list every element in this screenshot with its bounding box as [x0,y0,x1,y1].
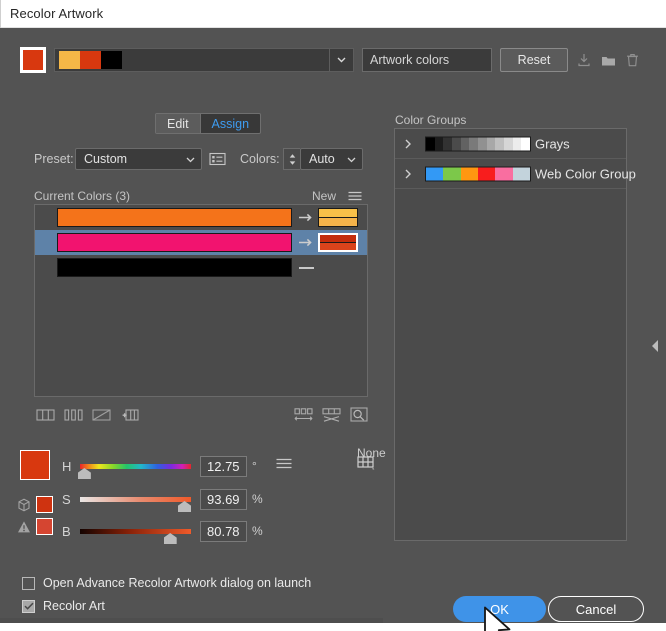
new-colors-label: New [312,189,337,203]
slider-thumb-b[interactable] [163,533,177,544]
color-group-swatches[interactable] [425,166,531,181]
unit-label-h: ° [252,459,257,473]
color-groups-title: Color Groups [395,113,467,127]
open-advance-dialog-label: Open Advance Recolor Artwork dialog on l… [43,576,312,590]
color-list-toolbar [34,405,368,427]
current-color-swatch[interactable] [57,208,292,227]
color-group-name: Grays [535,136,570,151]
preset-select[interactable]: Custom [75,148,202,170]
color-mode-menu-icon[interactable] [275,456,293,470]
colors-stepper[interactable] [283,148,300,170]
colors-select[interactable]: Auto [300,148,363,170]
ok-button[interactable]: OK [453,596,546,622]
exclude-colors-icon[interactable] [90,405,112,425]
color-groups-panel: Color Groups Grays Web Color Group [383,28,666,623]
window-titlebar: Recolor Artwork [0,0,666,28]
add-color-row-icon[interactable] [118,405,140,425]
titlebar-edge [0,0,1,28]
unit-label-b: % [252,524,263,538]
value-field-h[interactable]: 12.75 [200,456,247,477]
chevron-right-icon[interactable] [403,168,413,180]
open-advance-dialog-checkbox[interactable] [22,576,35,590]
value-field-s[interactable]: 93.69 [200,489,247,510]
cancel-button[interactable]: Cancel [548,596,644,622]
hsb-row-h: H 12.75 ° [0,456,383,480]
color-swatch-grid-icon[interactable] [355,453,377,473]
slider-track-s[interactable] [80,497,191,502]
recolor-artwork-window: Recolor Artwork Artwork colors Reset Edi… [0,0,666,631]
color-list-row[interactable] [35,255,367,280]
window-title: Recolor Artwork [10,6,104,21]
recolor-art-label: Recolor Art [43,599,105,613]
unit-label-s: % [252,492,263,506]
slider-thumb-s[interactable] [178,501,191,512]
current-colors-label: Current Colors (3) [34,189,131,203]
separate-colors-into-columns-icon[interactable] [62,405,84,425]
hsb-row-s: S 93.69% [0,489,383,513]
new-color-swatch[interactable] [318,208,358,227]
color-group-name: Web Color Group [535,166,636,181]
slider-track-b[interactable] [80,529,191,534]
hsb-row-b: B 80.78% [0,521,383,545]
color-artwork-preview-icon[interactable] [348,405,370,425]
dash-icon [299,266,314,269]
current-color-swatch[interactable] [57,258,292,277]
color-list-row[interactable] [35,230,367,255]
assign-panel: Preset: Custom Colors: Auto Current Colo… [0,28,386,623]
preset-label: Preset: [34,152,74,166]
channel-label-b: B [62,524,71,539]
slider-thumb-h[interactable] [77,468,91,479]
channel-label-s: S [62,492,71,507]
randomly-change-saturation-brightness-icon[interactable] [320,405,342,425]
color-groups-list[interactable]: Grays Web Color Group [394,128,636,541]
colors-label: Colors: [240,152,280,166]
color-group-swatches[interactable] [425,136,531,151]
color-reduction-options-icon[interactable] [206,149,228,169]
value-field-b[interactable]: 80.78 [200,521,247,542]
arrow-right-icon [299,209,313,227]
slider-track-h[interactable] [80,464,191,469]
chevron-down-icon [347,152,356,166]
dialog-body: Artwork colors Reset Edit Assign Preset:… [0,28,666,631]
collapse-panel-arrow-icon[interactable] [648,333,662,359]
preset-value: Custom [84,152,128,166]
recolor-art-checkbox-row[interactable]: Recolor Art [22,598,105,614]
colors-value: Auto [309,152,335,166]
chevron-right-icon[interactable] [403,138,413,150]
chevron-down-icon [186,152,195,166]
color-group-row[interactable]: Grays [395,129,626,159]
panel-menu-icon[interactable] [347,189,363,203]
arrow-right-icon [299,234,313,252]
randomly-change-color-order-icon[interactable] [292,405,314,425]
separate-colors-into-rows-icon[interactable] [34,405,56,425]
new-color-swatch[interactable] [318,233,358,252]
current-colors-list[interactable] [34,204,368,397]
color-group-row[interactable]: Web Color Group [395,159,636,189]
current-color-swatch[interactable] [57,233,292,252]
open-advance-dialog-checkbox-row[interactable]: Open Advance Recolor Artwork dialog on l… [22,575,311,591]
color-list-row[interactable] [35,205,367,230]
channel-label-h: H [62,459,72,474]
recolor-art-checkbox[interactable] [22,599,35,613]
